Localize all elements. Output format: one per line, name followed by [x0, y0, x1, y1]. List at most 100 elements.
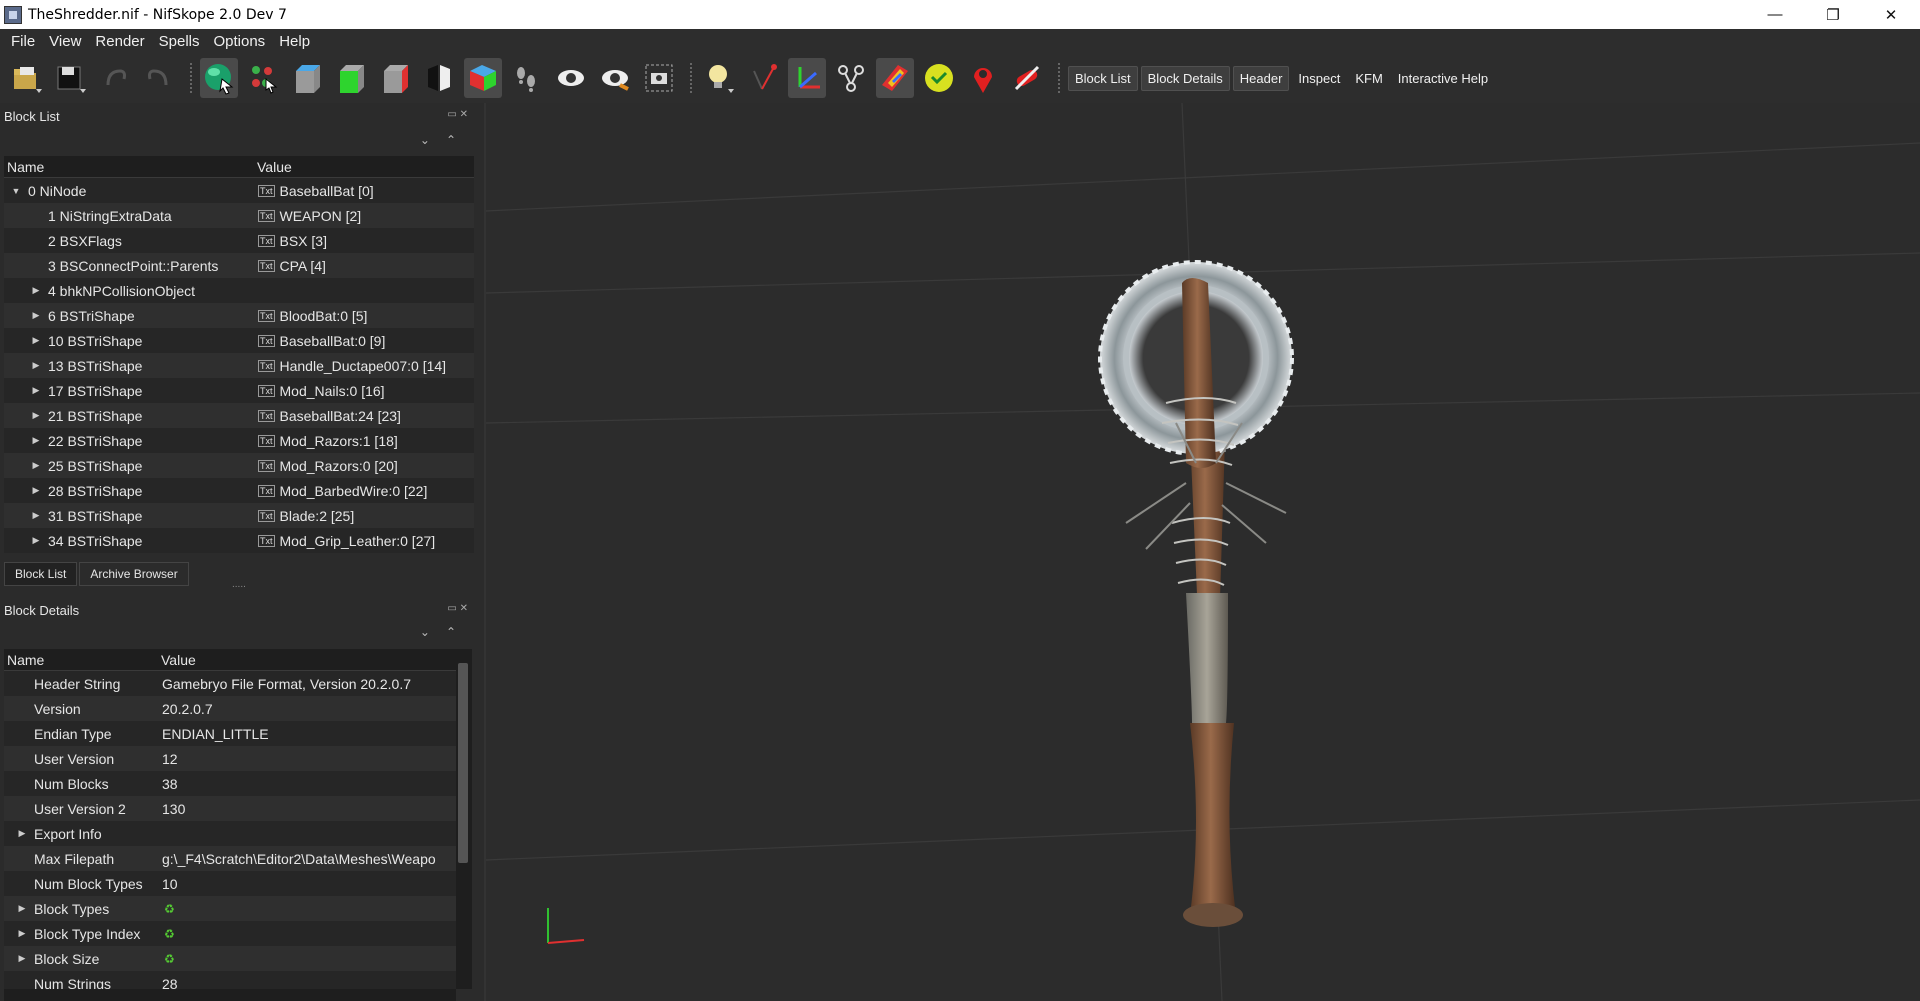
block-details-row[interactable]: ▶ Block Size ♻ — [4, 946, 456, 971]
block-details-row[interactable]: Num Block Types 10 — [4, 871, 456, 896]
chevron-right-icon[interactable]: ▶ — [28, 310, 44, 321]
block-details-row[interactable]: ▶ Block Types ♻ — [4, 896, 456, 921]
column-name-header[interactable]: Name — [4, 159, 254, 175]
toggle-kfm-button[interactable]: KFM — [1349, 67, 1388, 90]
lighting-icon[interactable] — [700, 58, 738, 98]
view-top-icon[interactable] — [288, 58, 326, 98]
block-list-row[interactable]: ▶ 28 BSTriShape Txt Mod_BarbedWire:0 [22] — [4, 478, 474, 503]
tab-block-list[interactable]: Block List — [4, 562, 78, 586]
block-details-row[interactable]: Endian Type ENDIAN_LITTLE — [4, 721, 456, 746]
details-scroll-thumb[interactable] — [458, 663, 468, 863]
collision-icon[interactable] — [1008, 58, 1046, 98]
select-vertex-icon[interactable] — [244, 58, 282, 98]
restore-button[interactable]: ❐ — [1804, 0, 1862, 29]
select-icon[interactable] — [200, 58, 238, 98]
chevron-right-icon[interactable]: ▶ — [28, 535, 44, 546]
block-list-row[interactable]: ▶ 10 BSTriShape Txt BaseballBat:0 [9] — [4, 328, 474, 353]
block-list-row[interactable]: ▶ 17 BSTriShape Txt Mod_Nails:0 [16] — [4, 378, 474, 403]
toggle-inspect-button[interactable]: Inspect — [1292, 67, 1346, 90]
save-icon[interactable] — [52, 58, 90, 98]
block-details-row[interactable]: Max Filepath g:\_F4\Scratch\Editor2\Data\… — [4, 846, 456, 871]
block-list-row[interactable]: 1 NiStringExtraData Txt WEAPON [2] — [4, 203, 474, 228]
block-list-row[interactable]: ▶ 31 BSTriShape Txt Blade:2 [25] — [4, 503, 474, 528]
column-value-header[interactable]: Value — [158, 652, 456, 668]
block-list-row[interactable]: ▶ 13 BSTriShape Txt Handle_Ductape007:0 [14… — [4, 353, 474, 378]
chevron-right-icon[interactable]: ▶ — [28, 460, 44, 471]
menu-view[interactable]: View — [42, 33, 88, 50]
column-value-header[interactable]: Value — [254, 159, 474, 175]
chevron-right-icon[interactable]: ▶ — [28, 485, 44, 496]
menu-render[interactable]: Render — [88, 33, 151, 50]
toggle-block-details-button[interactable]: Block Details — [1140, 65, 1230, 91]
screenshot-icon[interactable] — [640, 58, 678, 98]
block-list-row[interactable]: ▶ 4 bhkNPCollisionObject — [4, 278, 474, 303]
menu-file[interactable]: File — [4, 33, 42, 50]
nodes-icon[interactable] — [832, 58, 870, 98]
menu-options[interactable]: Options — [206, 33, 272, 50]
interactive-help-button[interactable]: Interactive Help — [1392, 67, 1494, 90]
view-side-icon[interactable] — [376, 58, 414, 98]
chevron-right-icon[interactable]: ▶ — [28, 385, 44, 396]
block-details-row[interactable]: Num Strings 28 — [4, 971, 456, 989]
chevron-right-icon[interactable]: ▶ — [28, 435, 44, 446]
block-details-collapse-expand[interactable]: ⌄⌃ — [420, 625, 472, 639]
block-list-row[interactable]: ▶ 34 BSTriShape Txt Mod_Grip_Leather:0 [27] — [4, 528, 474, 553]
chevron-right-icon[interactable]: ▶ — [28, 335, 44, 346]
viewport-scene[interactable] — [486, 103, 1920, 1001]
toggle-block-list-button[interactable]: Block List — [1068, 65, 1138, 91]
chevron-down-icon[interactable]: ▼ — [8, 186, 24, 196]
redo-icon[interactable] — [140, 58, 178, 98]
block-list-row[interactable]: ▶ 6 BSTriShape Txt BloodBat:0 [5] — [4, 303, 474, 328]
block-details-row[interactable]: Header String Gamebryo File Format, Versi… — [4, 671, 456, 696]
block-list-row[interactable]: ▶ 22 BSTriShape Txt Mod_Razors:1 [18] — [4, 428, 474, 453]
column-name-header[interactable]: Name — [4, 652, 158, 668]
block-list-row[interactable]: ▶ 25 BSTriShape Txt Mod_Razors:0 [20] — [4, 453, 474, 478]
view-front-icon[interactable] — [332, 58, 370, 98]
undo-icon[interactable] — [96, 58, 134, 98]
load-icon[interactable] — [8, 58, 46, 98]
chevron-right-icon[interactable]: ▶ — [28, 510, 44, 521]
chevron-right-icon[interactable]: ▶ — [28, 360, 44, 371]
chevron-right-icon[interactable]: ▶ — [28, 285, 44, 296]
block-details-tree[interactable]: Name Value Header String Gamebryo File Fo… — [4, 649, 456, 989]
block-list-row[interactable]: 3 BSConnectPoint::Parents Txt CPA [4] — [4, 253, 474, 278]
chevron-right-icon[interactable]: ▶ — [28, 410, 44, 421]
block-details-row[interactable]: Num Blocks 38 — [4, 771, 456, 796]
chevron-right-icon[interactable]: ▶ — [14, 928, 30, 939]
view-user-icon[interactable] — [464, 58, 502, 98]
details-vertical-scrollbar[interactable] — [456, 649, 472, 989]
minimize-button[interactable]: — — [1746, 0, 1804, 29]
show-icon[interactable] — [552, 58, 590, 98]
block-details-row[interactable]: User Version 2 130 — [4, 796, 456, 821]
block-list-row[interactable]: ▼ 0 NiNode Txt BaseballBat [0] — [4, 178, 474, 203]
markers-icon[interactable] — [964, 58, 1002, 98]
vertex-colors-icon[interactable] — [876, 58, 914, 98]
block-details-row[interactable]: ▶ Export Info — [4, 821, 456, 846]
hide-icon[interactable] — [596, 58, 634, 98]
block-details-row[interactable]: ▶ Block Type Index ♻ — [4, 921, 456, 946]
block-list-collapse-expand[interactable]: ⌄⌃ — [420, 133, 472, 147]
block-list-row[interactable]: ▶ 21 BSTriShape Txt BaseballBat:24 [23] — [4, 403, 474, 428]
walk-mode-icon[interactable] — [508, 58, 546, 98]
dock-resize-handle[interactable]: ..... — [232, 579, 246, 590]
specular-icon[interactable] — [920, 58, 958, 98]
3d-viewport[interactable] — [486, 103, 1920, 1001]
toggle-header-button[interactable]: Header — [1232, 65, 1290, 91]
block-list-row[interactable]: 2 BSXFlags Txt BSX [3] — [4, 228, 474, 253]
axes-icon[interactable] — [788, 58, 826, 98]
view-flip-icon[interactable] — [420, 58, 458, 98]
block-list-tree[interactable]: Name Value ▼ 0 NiNode Txt BaseballBat [0] 1 … — [4, 156, 474, 553]
menu-spells[interactable]: Spells — [152, 33, 207, 50]
block-details-dock-buttons[interactable]: ▭ ✕ — [447, 603, 468, 614]
details-horizontal-scrollbar[interactable] — [4, 989, 456, 1001]
menu-help[interactable]: Help — [272, 33, 317, 50]
chevron-right-icon[interactable]: ▶ — [14, 903, 30, 914]
chevron-right-icon[interactable]: ▶ — [14, 953, 30, 964]
block-details-row[interactable]: User Version 12 — [4, 746, 456, 771]
tab-archive-browser[interactable]: Archive Browser — [79, 562, 189, 586]
chevron-right-icon[interactable]: ▶ — [14, 828, 30, 839]
block-details-row[interactable]: Version 20.2.0.7 — [4, 696, 456, 721]
close-button[interactable]: ✕ — [1862, 0, 1920, 29]
block-list-dock-buttons[interactable]: ▭ ✕ — [447, 109, 468, 120]
textures-icon[interactable] — [744, 58, 782, 98]
